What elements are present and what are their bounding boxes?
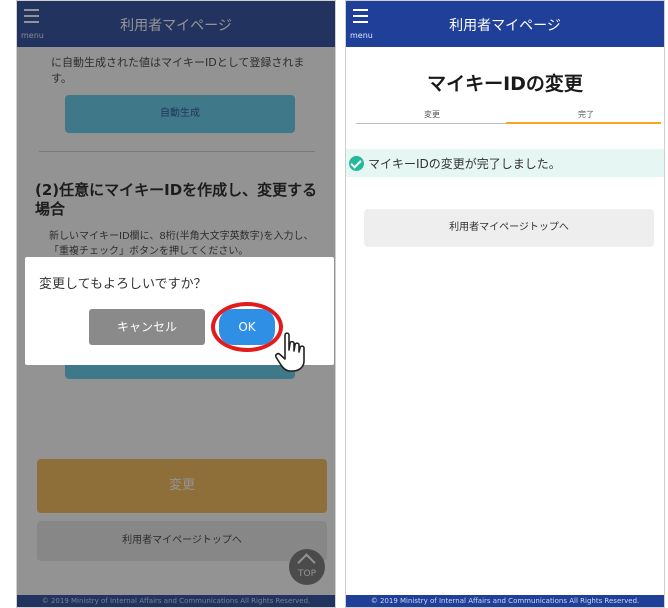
footer-copyright: © 2019 Ministry of Internal Affairs and … xyxy=(346,595,664,607)
page-title: マイキーIDの変更 xyxy=(427,73,583,95)
ok-button[interactable]: OK xyxy=(219,309,275,345)
success-message: マイキーIDの変更が完了しました。 xyxy=(368,157,561,171)
step-complete: 完了 xyxy=(578,110,594,119)
success-banner: マイキーIDの変更が完了しました。 xyxy=(346,149,664,177)
step-change: 変更 xyxy=(424,110,440,119)
step-progress-track xyxy=(356,123,506,124)
confirm-dialog: 変更してもよろしいですか？ キャンセル OK xyxy=(25,257,334,372)
left-phone-screen: menu 利用者マイページ に自動生成された値はマイキーIDとして登録されます。… xyxy=(16,0,336,608)
right-phone-screen: menu 利用者マイページ マイキーIDの変更 変更 完了 マイキーIDの変更が… xyxy=(345,0,665,608)
app-header: menu 利用者マイページ xyxy=(346,1,664,47)
pointing-hand-icon xyxy=(275,332,305,372)
header-title: 利用者マイページ xyxy=(449,18,561,34)
mypage-top-button[interactable]: 利用者マイページトップへ xyxy=(364,209,654,247)
dialog-message: 変更してもよろしいですか？ xyxy=(39,277,207,292)
cancel-button[interactable]: キャンセル xyxy=(89,309,205,345)
check-circle-icon xyxy=(349,156,364,171)
step-progress-active xyxy=(506,122,661,124)
